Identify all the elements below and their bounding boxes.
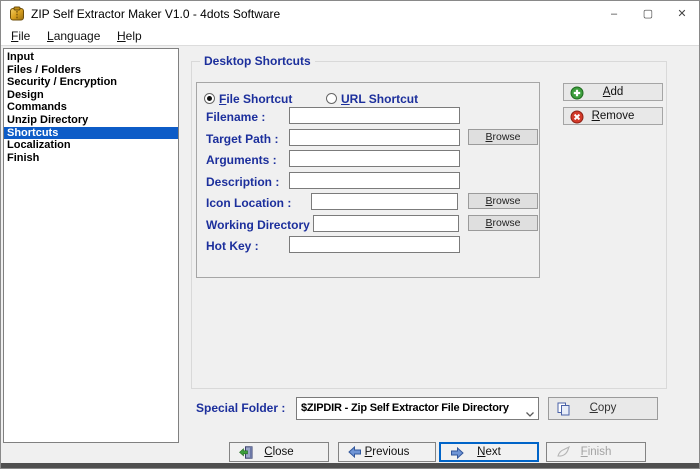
copy-button[interactable]: Copy [548, 397, 658, 420]
title-bar: ZIP Self Extractor Maker V1.0 - 4dots So… [1, 1, 699, 27]
add-button-label: Add [602, 86, 624, 98]
sidebar-item-finish[interactable]: Finish [4, 152, 178, 165]
file-shortcut-radio-label[interactable]: File Shortcut [219, 92, 292, 106]
remove-button-label: Remove [591, 110, 635, 122]
file-shortcut-radio[interactable] [204, 93, 215, 104]
arguments-input[interactable] [289, 150, 460, 167]
menu-language[interactable]: Language [47, 27, 100, 46]
sidebar-item-input[interactable]: Input [4, 51, 178, 64]
window-title: ZIP Self Extractor Maker V1.0 - 4dots So… [31, 7, 281, 21]
working-directory-label: Working Directory : [206, 218, 318, 232]
sidebar-item-commands[interactable]: Commands [4, 101, 178, 114]
app-window: ZIP Self Extractor Maker V1.0 - 4dots So… [0, 0, 700, 469]
sidebar-item-design[interactable]: Design [4, 89, 178, 102]
sidebar-item-shortcuts[interactable]: Shortcuts [4, 126, 178, 140]
sidebar-item-files-folders[interactable]: Files / Folders [4, 64, 178, 77]
icon-location-input[interactable] [311, 193, 458, 210]
icon-location-browse-button[interactable]: Browse [468, 193, 538, 209]
special-folder-value: $ZIPDIR - Zip Self Extractor File Direct… [301, 402, 509, 414]
next-button-label: Next [477, 446, 501, 458]
copy-button-label: Copy [589, 402, 617, 414]
previous-button-label: Previous [364, 446, 410, 458]
working-directory-input[interactable] [313, 215, 459, 232]
target-path-input[interactable] [289, 129, 460, 146]
maximize-button[interactable]: ▢ [631, 1, 665, 27]
special-folder-select[interactable]: $ZIPDIR - Zip Self Extractor File Direct… [296, 397, 539, 420]
group-title: Desktop Shortcuts [200, 54, 315, 68]
icon-location-label: Icon Location : [206, 196, 292, 210]
finish-button[interactable]: Finish [546, 442, 646, 462]
close-button-label: Close [264, 446, 294, 458]
close-button[interactable]: Close [229, 442, 329, 462]
description-input[interactable] [289, 172, 460, 189]
add-button[interactable]: Add [563, 83, 663, 101]
filename-label: Filename : [206, 110, 266, 124]
sidebar-item-localization[interactable]: Localization [4, 139, 178, 152]
bottom-edge [1, 463, 699, 468]
menu-file[interactable]: File [11, 27, 30, 46]
working-directory-browse-button[interactable]: Browse [468, 215, 538, 231]
description-label: Description : [206, 175, 280, 189]
target-path-label: Target Path : [206, 132, 279, 146]
url-shortcut-radio-label[interactable]: URL Shortcut [341, 92, 418, 106]
arguments-label: Arguments : [206, 153, 277, 167]
finish-button-label: Finish [580, 446, 612, 458]
app-icon [9, 6, 25, 27]
menu-bar: File Language Help [1, 27, 699, 46]
menu-help[interactable]: Help [117, 27, 142, 46]
remove-button[interactable]: Remove [563, 107, 663, 125]
filename-input[interactable] [289, 107, 460, 124]
wizard-steps-list: Input Files / Folders Security / Encrypt… [3, 48, 179, 443]
next-button[interactable]: Next [439, 442, 539, 462]
url-shortcut-radio[interactable] [326, 93, 337, 104]
previous-button[interactable]: Previous [338, 442, 436, 462]
hot-key-input[interactable] [289, 236, 460, 253]
special-folder-label: Special Folder : [196, 401, 286, 415]
sidebar-item-security-encryption[interactable]: Security / Encryption [4, 76, 178, 89]
sidebar-item-unzip-directory[interactable]: Unzip Directory [4, 114, 178, 127]
chevron-down-icon [525, 405, 535, 423]
target-path-browse-button[interactable]: Browse [468, 129, 538, 145]
hot-key-label: Hot Key : [206, 239, 259, 253]
close-window-button[interactable]: ✕ [665, 1, 699, 27]
minimize-button[interactable]: – [597, 1, 631, 27]
